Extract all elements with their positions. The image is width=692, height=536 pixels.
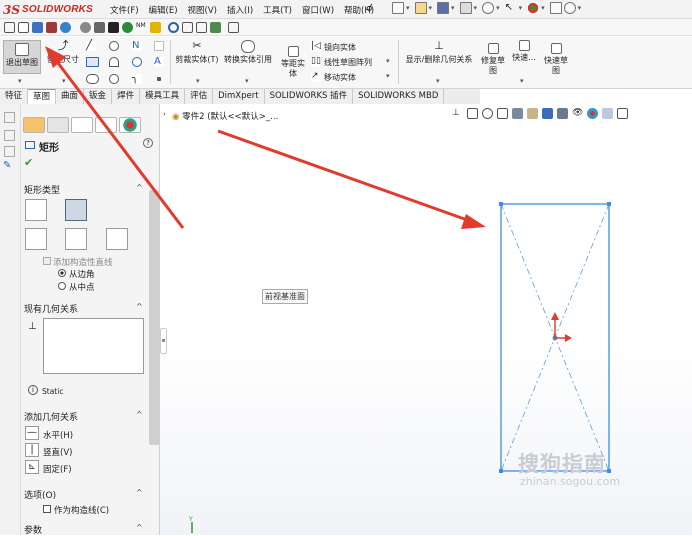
corner-point — [607, 202, 611, 206]
corner-point — [607, 469, 611, 473]
annotation-arrow-head — [461, 214, 486, 229]
origin-y-arrow — [551, 312, 559, 320]
watermark-url: zhinan.sogou.com — [520, 475, 621, 488]
triad-y-label: Y — [188, 516, 193, 523]
annotation-arrow-shaft — [217, 129, 471, 223]
corner-point — [499, 202, 503, 206]
watermark: 搜狗指南 — [518, 452, 606, 476]
corner-point — [499, 469, 503, 473]
annotation-arrow-shaft — [56, 62, 185, 229]
origin-x-arrow — [565, 334, 572, 342]
annotation-arrow-head — [45, 46, 66, 68]
